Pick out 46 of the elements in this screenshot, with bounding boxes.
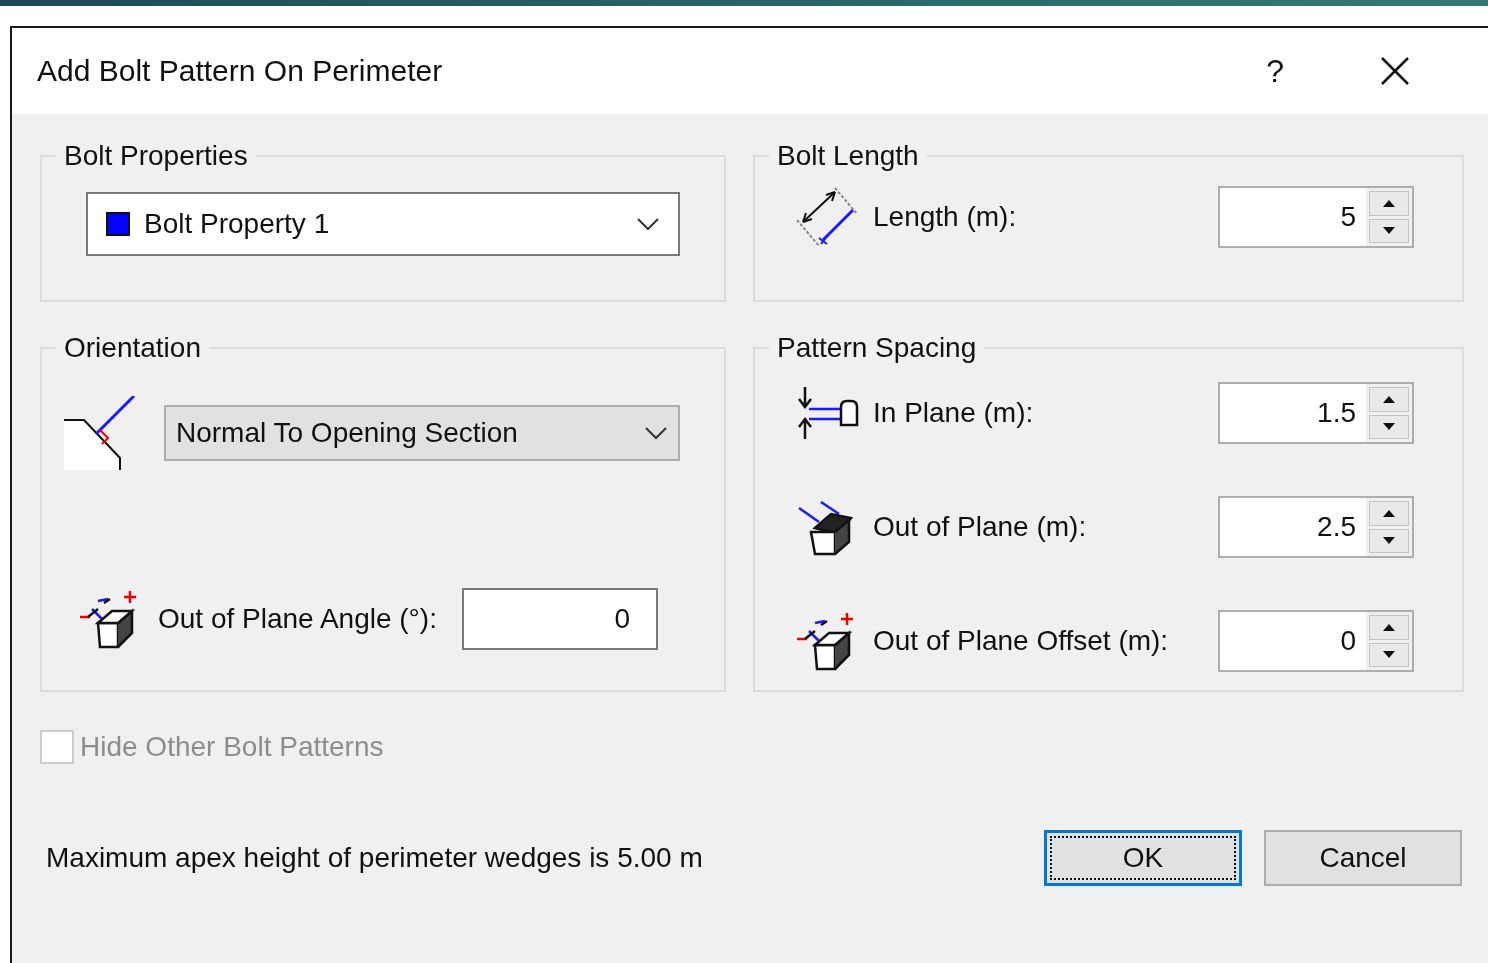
group-title: Bolt Length: [776, 140, 920, 172]
spin-field[interactable]: 1.5: [1218, 382, 1414, 444]
checkbox-label: Hide Other Bolt Patterns: [80, 731, 384, 763]
spin-down-button[interactable]: [1369, 414, 1409, 439]
group-title: Pattern Spacing: [776, 332, 978, 364]
up-arrow-icon: [1383, 623, 1395, 632]
up-arrow-icon: [1383, 395, 1395, 404]
spin-up-button[interactable]: [1369, 615, 1409, 640]
field-label: In Plane (m):: [873, 397, 1035, 429]
down-arrow-icon: [1383, 422, 1395, 431]
help-button[interactable]: ?: [1266, 52, 1284, 90]
block-offset-icon: [78, 589, 138, 649]
spin-down-button[interactable]: [1369, 528, 1409, 553]
down-arrow-icon: [1383, 536, 1395, 545]
ok-button[interactable]: OK: [1044, 830, 1242, 886]
spin-up-button[interactable]: [1369, 387, 1409, 412]
spin-field[interactable]: 0: [1218, 610, 1414, 672]
spin-up-button[interactable]: [1369, 191, 1409, 216]
dimension-icon: [795, 186, 859, 248]
dropdown[interactable]: Normal To Opening Section: [164, 405, 680, 461]
slope-normal-icon: [62, 396, 136, 470]
field-label: Out of Plane (m):: [873, 511, 1088, 543]
group-title: Orientation: [63, 332, 202, 364]
up-arrow-icon: [1383, 509, 1395, 518]
dropdown[interactable]: Bolt Property 1: [86, 192, 680, 256]
block-offset-icon: [795, 611, 855, 671]
field-label: Out of Plane Offset (m):: [873, 625, 1170, 657]
window-title: Add Bolt Pattern On Perimeter: [37, 54, 444, 88]
close-icon[interactable]: [1380, 56, 1410, 86]
spin-up-button[interactable]: [1369, 501, 1409, 526]
spin-field[interactable]: 2.5: [1218, 496, 1414, 558]
info-message: Maximum apex height of perimeter wedges is 5.00 m: [46, 842, 704, 874]
down-arrow-icon: [1383, 226, 1395, 235]
spin-down-button[interactable]: [1369, 218, 1409, 243]
down-arrow-icon: [1383, 650, 1395, 659]
spin-down-button[interactable]: [1369, 642, 1409, 667]
spin-field[interactable]: 5: [1218, 186, 1414, 248]
cancel-button[interactable]: Cancel: [1264, 830, 1462, 886]
spacing-icon: [795, 385, 861, 441]
angle-field[interactable]: 0: [462, 588, 658, 650]
chevron-down-icon: [644, 426, 668, 440]
field-label: Out of Plane Angle (°):: [158, 603, 438, 635]
up-arrow-icon: [1383, 199, 1395, 208]
chevron-down-icon: [636, 217, 660, 231]
group-title: Bolt Properties: [63, 140, 249, 172]
field-label: Length (m):: [873, 201, 1018, 233]
